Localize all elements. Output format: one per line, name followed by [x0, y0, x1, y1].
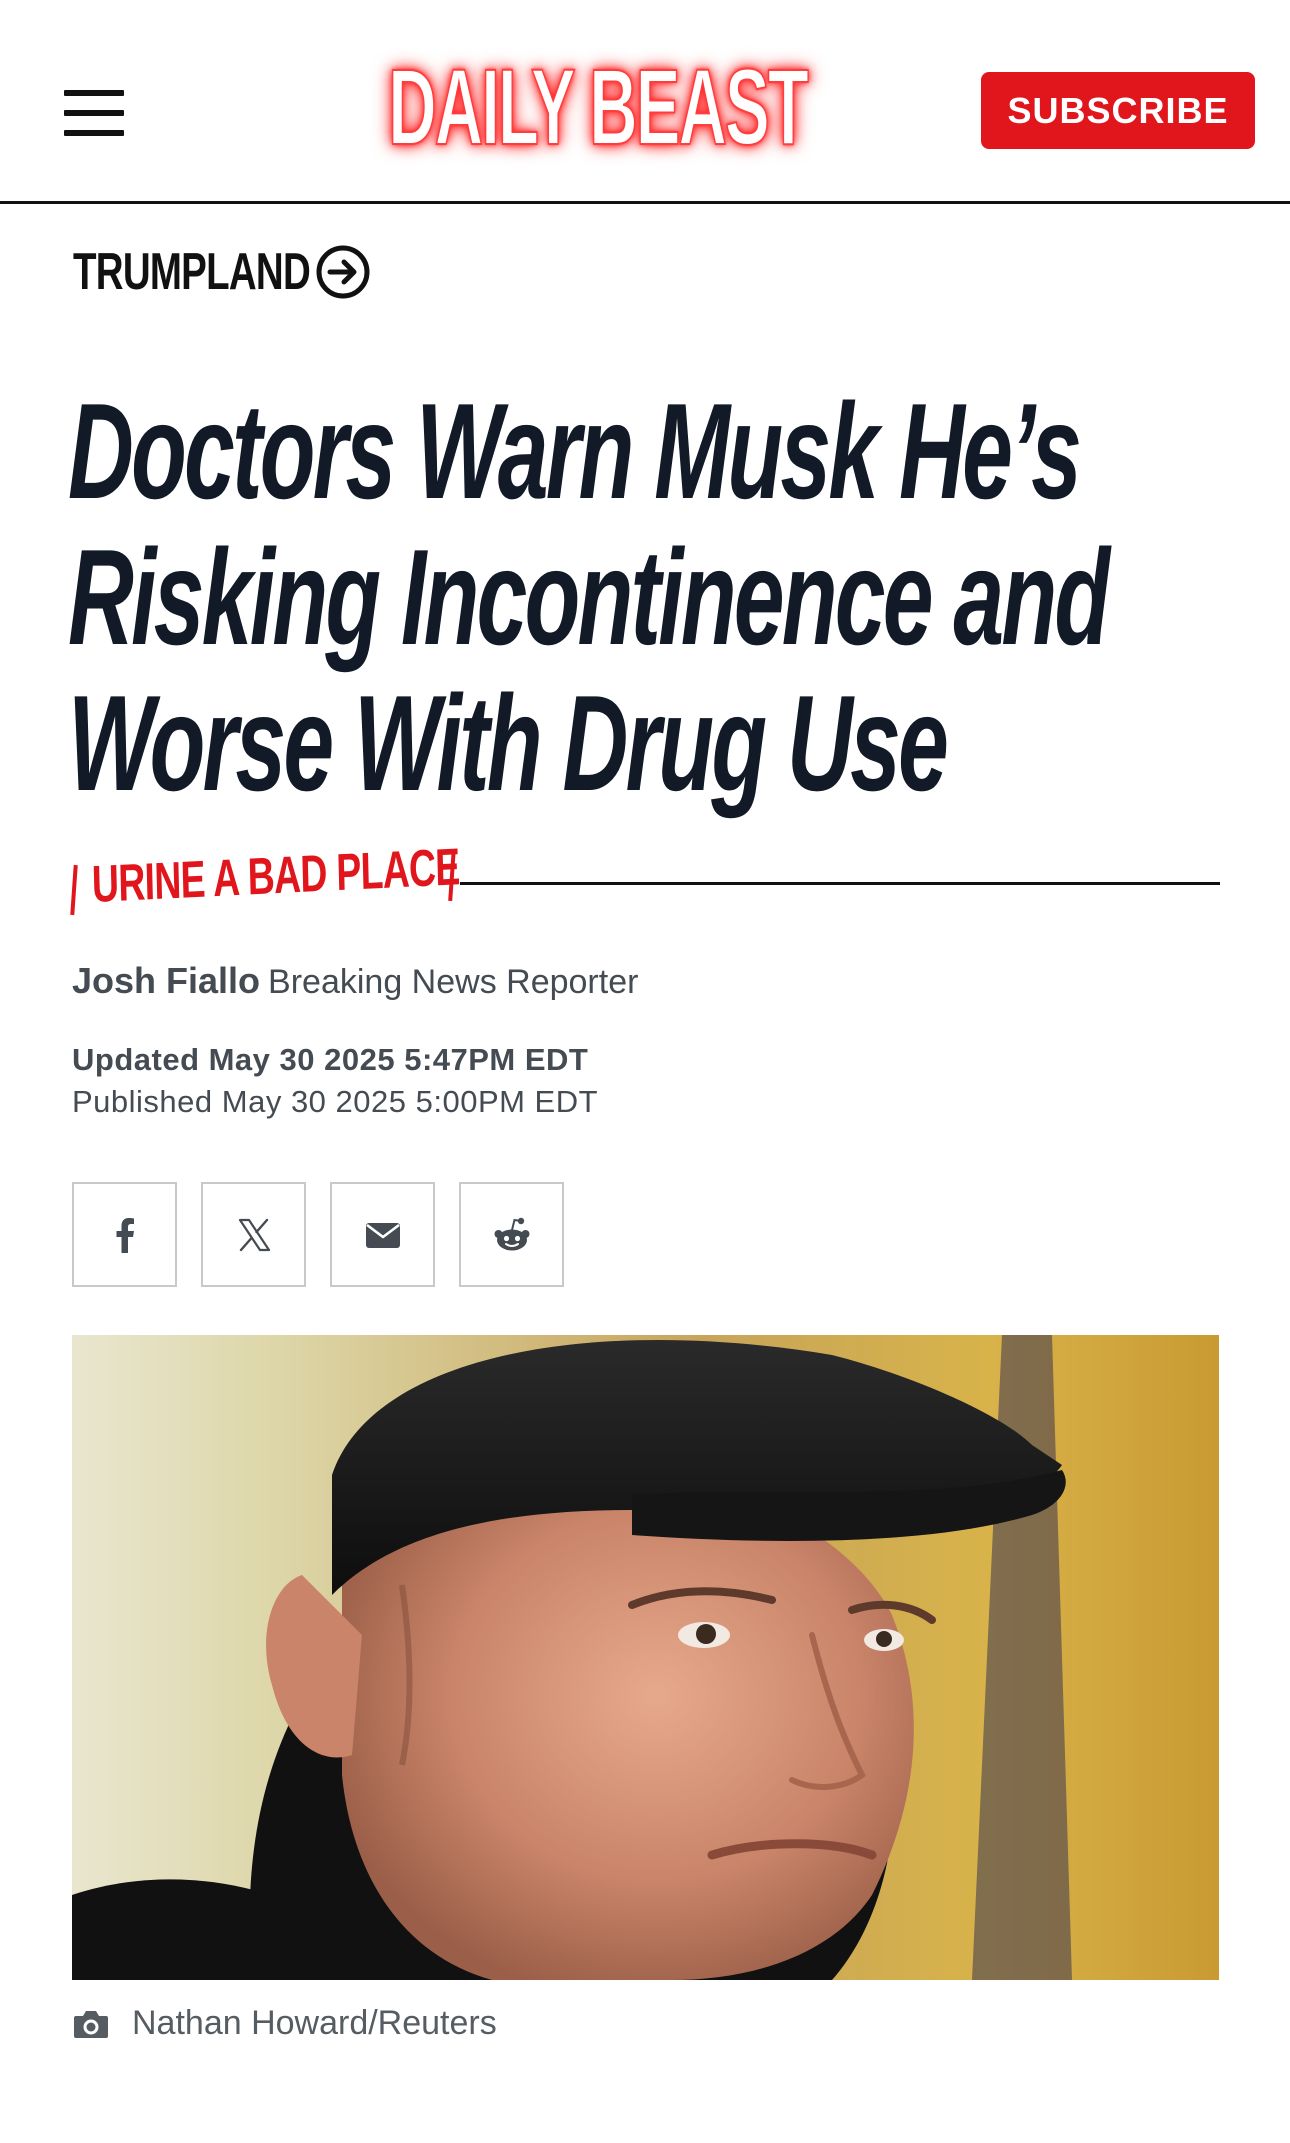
section-label: TRUMPLAND	[73, 243, 311, 301]
kicker-text: URINE A BAD PLACE	[91, 838, 461, 914]
share-x-button[interactable]	[201, 1182, 306, 1287]
email-icon	[365, 1222, 400, 1248]
kicker-divider	[460, 882, 1220, 885]
facebook-icon	[116, 1217, 134, 1253]
section-link-trumpland[interactable]: TRUMPLAND	[73, 242, 371, 302]
x-icon	[238, 1218, 270, 1251]
circle-arrow-right-icon	[316, 245, 370, 299]
site-logo[interactable]: DAILY BEAST	[358, 38, 838, 174]
kicker-bar-left	[70, 864, 78, 916]
reddit-icon	[494, 1217, 529, 1250]
image-credit: Nathan Howard/Reuters	[72, 2004, 497, 2043]
share-bar	[72, 1182, 564, 1287]
byline: Josh Fiallo Breaking News Reporter	[72, 960, 638, 1002]
article-hero-image[interactable]	[72, 1335, 1219, 1980]
author-name[interactable]: Josh Fiallo	[72, 960, 260, 1001]
article-kicker: URINE A BAD PLACE	[70, 838, 1220, 916]
subscribe-button[interactable]: SUBSCRIBE	[981, 72, 1255, 149]
portrait-photo	[72, 1335, 1219, 1980]
camera-icon	[74, 2010, 108, 2038]
hamburger-menu-icon[interactable]	[64, 90, 124, 136]
share-reddit-button[interactable]	[459, 1182, 564, 1287]
author-role: Breaking News Reporter	[268, 963, 639, 1001]
logo-text: DAILY BEAST	[388, 45, 810, 168]
image-credit-text: Nathan Howard/Reuters	[132, 2004, 497, 2042]
share-email-button[interactable]	[330, 1182, 435, 1287]
published-timestamp: Published May 30 2025 5:00PM EDT	[72, 1084, 599, 1119]
updated-timestamp: Updated May 30 2025 5:47PM EDT	[72, 1042, 589, 1077]
share-facebook-button[interactable]	[72, 1182, 177, 1287]
article-headline: Doctors Warn Musk He’s Risking Incontine…	[68, 375, 1110, 819]
site-header: DAILY BEAST SUBSCRIBE	[0, 0, 1290, 204]
